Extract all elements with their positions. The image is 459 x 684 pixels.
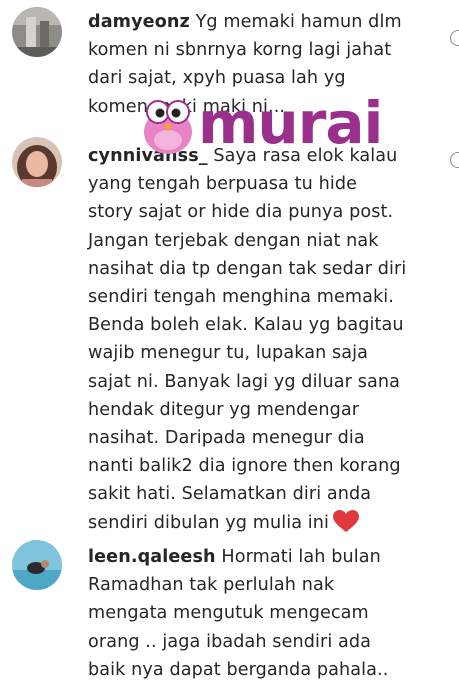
comment-username[interactable]: damyeonz — [88, 12, 190, 32]
comment-text: leen.qaleesh Hormati lah bulan Ramadhan … — [88, 543, 440, 684]
user-photo-icon — [12, 540, 62, 590]
avatar[interactable] — [12, 137, 62, 187]
avatar[interactable] — [12, 540, 62, 590]
comment-text: cynnivanss_ Saya rasa elok kalau yang te… — [88, 142, 440, 542]
avatar[interactable] — [12, 7, 62, 57]
red-heart-icon — [333, 509, 360, 542]
user-photo-icon — [12, 7, 62, 57]
user-photo-icon — [12, 137, 62, 187]
comment-body: Saya rasa elok kalau yang tengah berpuas… — [88, 146, 407, 533]
like-icon[interactable] — [450, 30, 459, 46]
comment-username[interactable]: leen.qaleesh — [88, 547, 216, 567]
watermark-text: murai — [198, 89, 383, 157]
bird-mascot-icon — [144, 100, 192, 154]
like-icon[interactable] — [450, 152, 459, 168]
watermark-logo: murai — [140, 89, 383, 158]
